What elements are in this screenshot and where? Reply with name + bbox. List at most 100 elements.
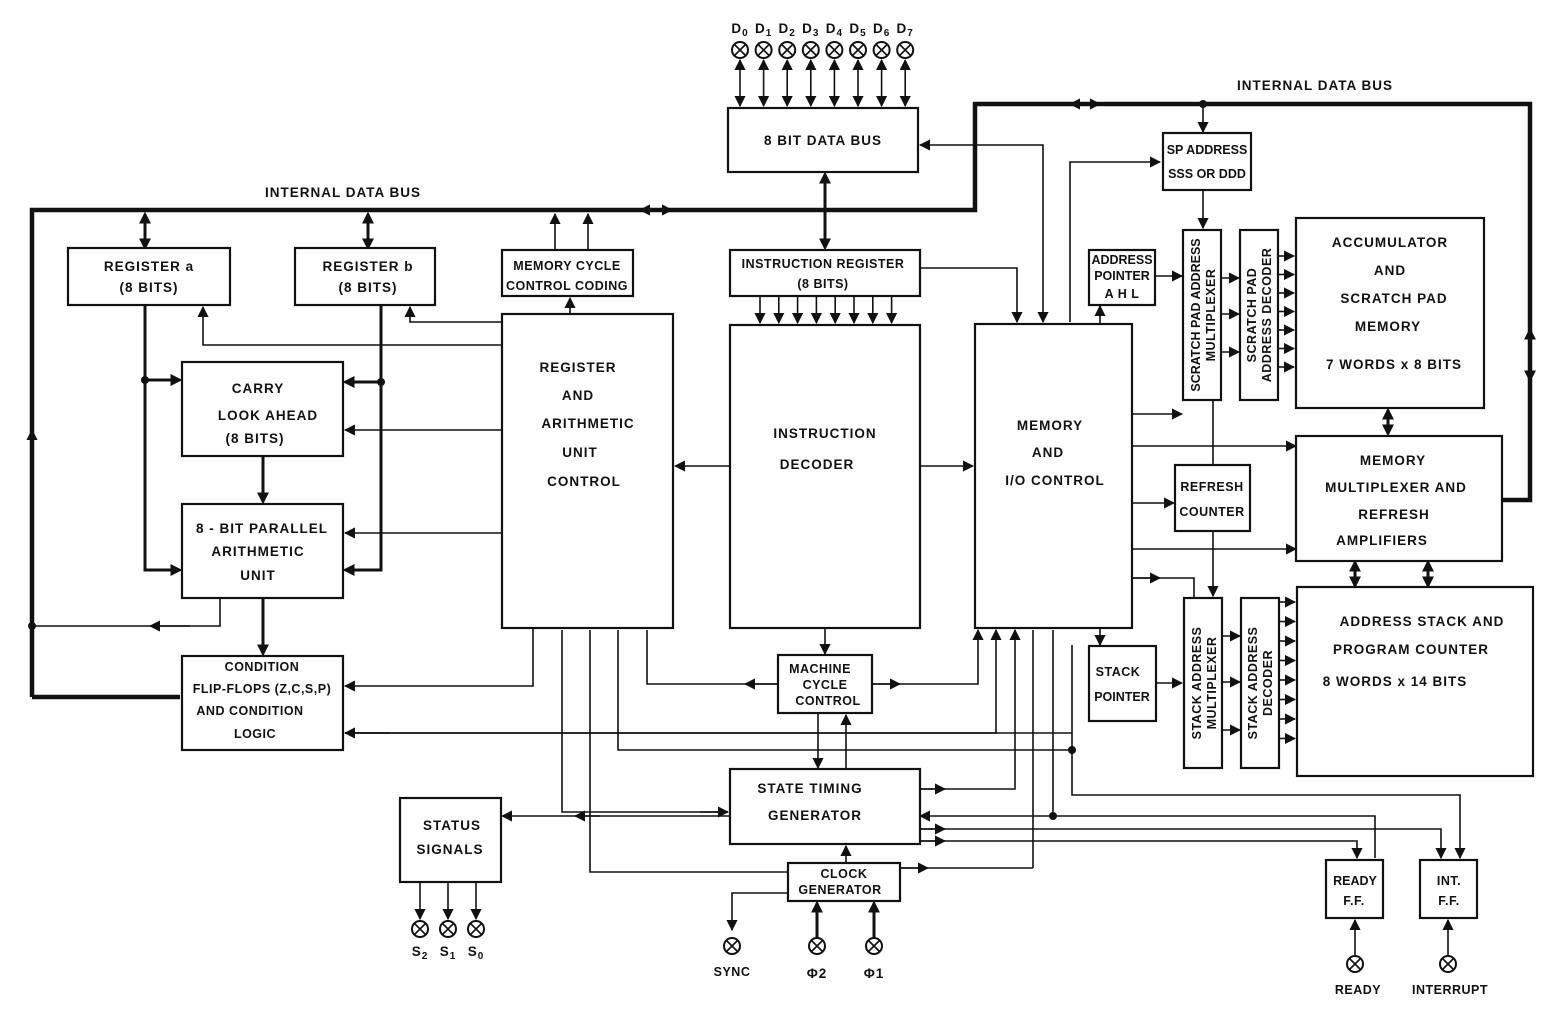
ready-ff-label-1: READY [1333,874,1377,888]
ir-to-memio [920,267,1023,324]
data-pin-label: D2 [779,21,796,39]
mcc-to-ctrl [646,630,778,685]
stg-label-2: GENERATOR [768,808,862,823]
ctrl-to-reg-b [404,305,502,323]
data-pin-label: D4 [826,21,843,39]
reg-a-to-alu [143,305,183,576]
block-register-a: REGISTER a (8 BITS) [66,246,232,307]
phi2-label: Φ2 [807,966,828,981]
block-status-signals: STATUS SIGNALS [398,796,503,884]
pin-phi2: Φ2 [807,900,828,981]
cond-label-1: CONDITION [225,660,300,674]
status-pins: S2 S1 S0 [411,882,485,962]
alu-label-2: ARITHMETIC [211,544,304,559]
block-condition-flip-flops: CONDITION FLIP-FLOPS (Z,C,S,P) AND CONDI… [180,654,345,752]
block-address-pointer: ADDRESS POINTER A H L [1087,248,1157,307]
block-instruction-decoder: INSTRUCTION DECODER [728,323,922,630]
pin-interrupt: INTERRUPT [1412,918,1488,997]
status-label-1: STATUS [423,818,481,833]
accum-label-3: SCRATCH PAD [1340,291,1447,306]
memmux-label-3: REFRESH [1358,507,1430,522]
block-memory-cycle-control-coding: MEMORY CYCLE CONTROL CODING [500,248,635,298]
mcc-label-2: CYCLE [803,678,848,692]
data-pin-label: D6 [873,21,890,39]
pin-phi1: Φ1 [864,900,885,981]
block-refresh-counter: REFRESH COUNTER [1173,463,1252,533]
stackdec-label-1: STACK ADDRESS [1246,627,1260,740]
rac-label-5: CONTROL [547,474,621,489]
status-pin-s1: S1 [439,882,457,962]
memmux-label-2: MULTIPLEXER AND [1325,480,1467,495]
pin-ready: READY [1335,918,1381,997]
block-scratch-pad-decoder: SCRATCH PAD ADDRESS DECODER [1238,228,1280,402]
block-memory-io-control: MEMORY AND I/O CONTROL [973,322,1134,630]
accum-label-5: 7 WORDS x 8 BITS [1326,357,1462,372]
spdec-label-1: SCRATCH PAD [1245,268,1259,363]
stg-to-int-ff [920,828,1447,860]
status-pin-s2: S2 [411,882,429,962]
junction-dot [1049,812,1057,820]
data-pin-d1: D1 [754,21,773,108]
status-label-2: SIGNALS [416,842,483,857]
spmux-label-1: SCRATCH PAD ADDRESS [1189,238,1203,391]
data-pin-label: D3 [802,21,819,39]
data-pin-label: D7 [897,21,914,39]
rac-label-2: AND [562,388,594,403]
block-accumulator-scratch-pad: ACCUMULATOR AND SCRATCH PAD MEMORY 7 WOR… [1294,216,1486,410]
block-8bit-data-bus: 8 BIT DATA BUS [726,106,920,174]
alu-to-bus [32,598,221,627]
accum-label-1: ACCUMULATOR [1332,235,1448,250]
stg-to-ctrl-1 [561,630,728,813]
junction-dot [141,376,149,384]
bus-label-left: INTERNAL DATA BUS [265,185,421,200]
junction-dot [28,622,36,630]
block-memory-multiplexer: MEMORY MULTIPLEXER AND REFRESH AMPLIFIER… [1294,434,1504,563]
ready-ff-label-2: F.F. [1343,894,1364,908]
block-stack-address-mux: STACK ADDRESS MULTIPLEXER [1182,596,1224,770]
cond-label-3: AND CONDITION [196,704,303,718]
block-scratch-pad-mux: SCRATCH PAD ADDRESS MULTIPLEXER [1181,228,1223,402]
data-pin-d3: D3 [801,21,820,108]
addr-pointer-label-3: A H L [1105,287,1140,301]
block-stack-pointer: STACK POINTER [1087,644,1158,723]
accum-label-2: AND [1374,263,1406,278]
sync-label: SYNC [714,965,751,979]
spmux-label-2: MULTIPLEXER [1204,269,1218,362]
block-alu: 8 - BIT PARALLEL ARITHMETIC UNIT [180,502,345,600]
block-clock-generator: CLOCK GENERATOR [786,861,902,903]
memio-label-1: MEMORY [1017,418,1083,433]
stackdec-label-2: DECODER [1261,650,1275,716]
memmux-label-1: MEMORY [1360,453,1426,468]
interrupt-pin-label: INTERRUPT [1412,983,1488,997]
spdec-to-accum-arrows [1278,250,1296,373]
alu-label-3: UNIT [240,568,276,583]
clock-label-1: CLOCK [821,867,868,881]
refresh-label-2: COUNTER [1179,505,1244,519]
stackmux-label-1: STACK ADDRESS [1190,627,1204,740]
rac-label-1: REGISTER [539,360,616,375]
ready-to-stg [918,810,1376,858]
int-ff-label-2: F.F. [1438,894,1459,908]
data-pin-d7: D7 [896,21,915,108]
stg-label-1: STATE TIMING [757,781,862,796]
addr-pointer-label-1: ADDRESS [1091,253,1152,267]
addr-stack-label-1: ADDRESS STACK AND [1340,614,1505,629]
data-pin-label: D1 [755,21,772,39]
stackmux-label-2: MULTIPLEXER [1205,637,1219,730]
status-pin-label: S2 [412,944,429,962]
carry-label-2: LOOK AHEAD [218,408,318,423]
addr-pointer-label-2: POINTER [1094,269,1150,283]
stg-to-ready-ff [920,840,1363,860]
register-a-bits: (8 BITS) [119,280,178,295]
mcc-label-3: CONTROL [795,694,860,708]
block-int-ff: INT. F.F. [1418,858,1479,920]
int-ff-label-1: INT. [1437,874,1461,888]
ir-decoder-arrows [754,296,898,325]
mcc-to-memio [872,628,984,685]
data-pin-d2: D2 [778,21,797,108]
data-bus-label: 8 BIT DATA BUS [764,133,882,148]
register-a-label: REGISTER a [104,259,194,274]
phi1-label: Φ1 [864,966,885,981]
register-b-label: REGISTER b [322,259,413,274]
data-pin-d6: D6 [872,21,891,108]
